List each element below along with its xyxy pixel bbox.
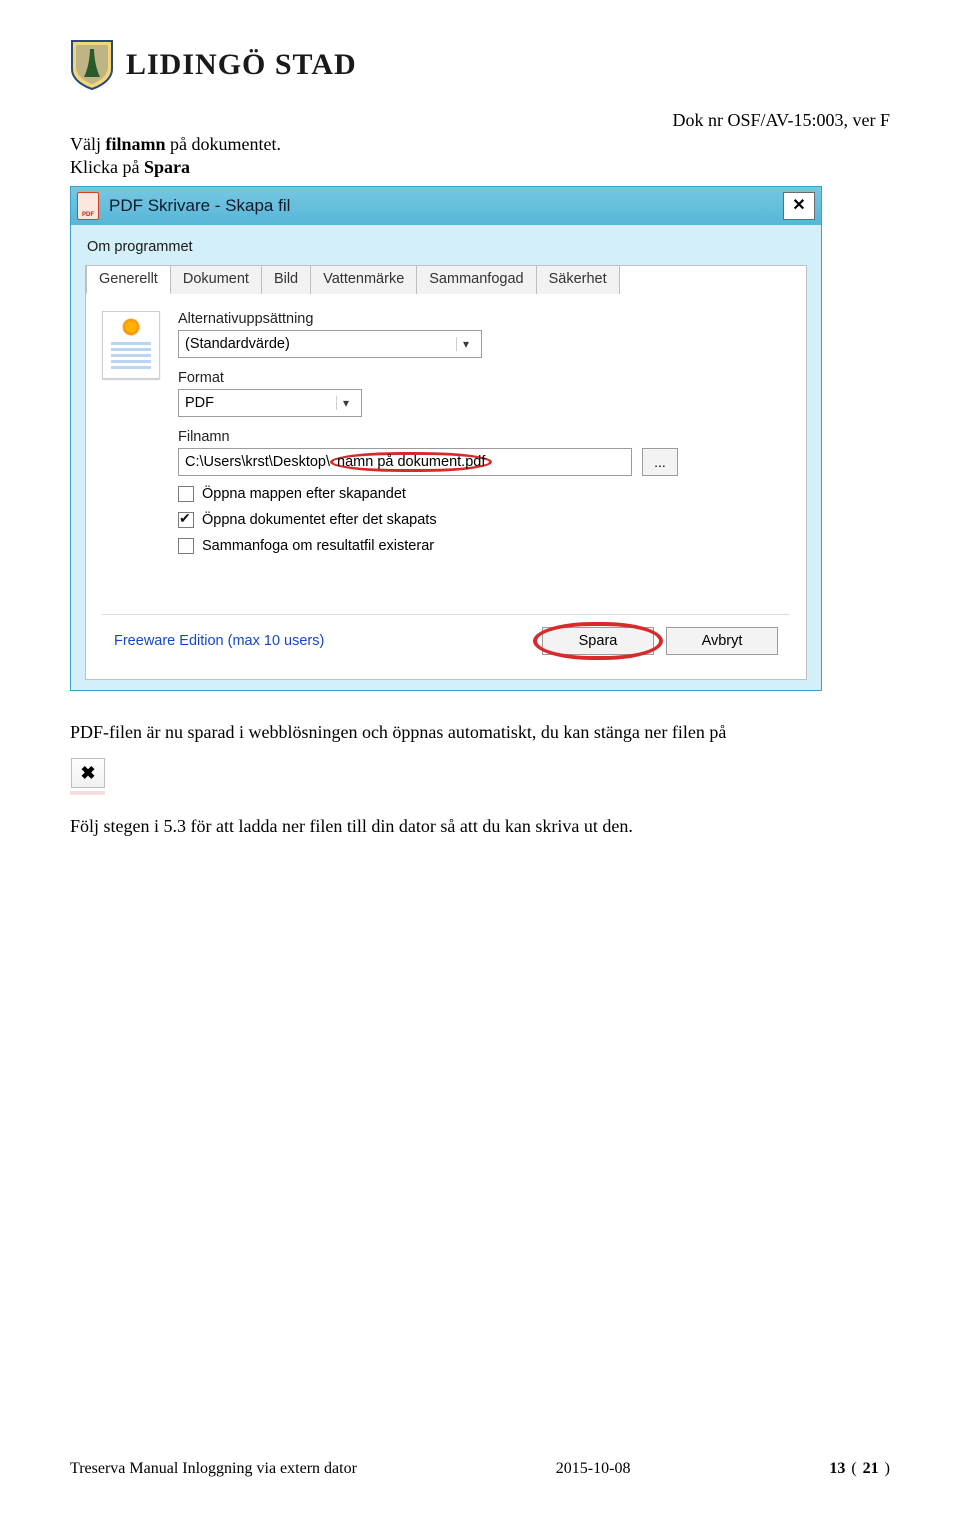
footer-title: Treserva Manual Inloggning via extern da… [70, 1460, 357, 1478]
footer-paren-open: ( [851, 1460, 856, 1478]
tab-dokument[interactable]: Dokument [170, 265, 262, 294]
label-format: Format [178, 370, 790, 386]
checkbox-label: Öppna mappen efter skapandet [202, 486, 406, 502]
cancel-button[interactable]: Avbryt [666, 627, 778, 655]
tab-bild[interactable]: Bild [261, 265, 311, 294]
pdf-icon [77, 192, 99, 220]
footer-page: 13 (21) [829, 1460, 890, 1478]
checkbox-merge[interactable]: Sammanfoga om resultatfil existerar [178, 538, 790, 554]
save-button[interactable]: Spara [542, 627, 654, 655]
checkbox-label: Öppna dokumentet efter det skapats [202, 512, 437, 528]
tab-strip: Generellt Dokument Bild Vattenmärke Samm… [86, 265, 806, 294]
menu-about[interactable]: Om programmet [85, 235, 807, 265]
select-altset[interactable]: (Standardvärde) ▾ [178, 330, 482, 358]
label-altset: Alternativuppsättning [178, 311, 790, 327]
checkbox-icon [178, 486, 194, 502]
select-format-value: PDF [185, 395, 214, 411]
text-bold: Spara [144, 157, 190, 177]
checkbox-icon [178, 538, 194, 554]
footer-page-current: 13 [829, 1460, 845, 1478]
brand-name: LIDINGÖ STAD [126, 48, 357, 82]
filename-path-prefix: C:\Users\krst\Desktop\ [185, 454, 330, 470]
checkbox-open-folder[interactable]: Öppna mappen efter skapandet [178, 486, 790, 502]
dialog-titlebar: PDF Skrivare - Skapa fil ✕ [71, 187, 821, 225]
footer-page-total: 21 [863, 1460, 879, 1478]
tab-generellt[interactable]: Generellt [86, 265, 171, 294]
select-format[interactable]: PDF ▾ [178, 389, 362, 417]
dialog-footer: Freeware Edition (max 10 users) Spara Av… [102, 614, 790, 665]
tab-sammanfogad[interactable]: Sammanfogad [416, 265, 536, 294]
document-reference: Dok nr OSF/AV-15:003, ver F [70, 110, 890, 131]
paragraph-after-2: Följ stegen i 5.3 för att ladda ner file… [70, 815, 890, 838]
page-footer: Treserva Manual Inloggning via extern da… [70, 1460, 890, 1478]
logo-shield-icon [70, 39, 114, 91]
text: på dokumentet. [166, 134, 281, 154]
dialog-close-button[interactable]: ✕ [783, 192, 815, 220]
tab-panel-generellt: Alternativuppsättning (Standardvärde) ▾ … [86, 293, 806, 679]
tab-sakerhet[interactable]: Säkerhet [536, 265, 620, 294]
footer-paren-close: ) [885, 1460, 890, 1478]
close-hint-icon-wrap: ✖ [70, 752, 105, 795]
dialog-body: Om programmet Generellt Dokument Bild Va… [71, 225, 821, 690]
select-altset-value: (Standardvärde) [185, 336, 290, 352]
close-icon: ✖ [71, 758, 105, 788]
checkbox-icon [178, 512, 194, 528]
text-bold: filnamn [106, 134, 166, 154]
checkbox-open-document[interactable]: Öppna dokumentet efter det skapats [178, 512, 790, 528]
instruction-line-1: Välj filnamn på dokumentet. [70, 133, 890, 156]
browse-button[interactable]: ... [642, 448, 678, 476]
dialog-title: PDF Skrivare - Skapa fil [109, 196, 290, 216]
footer-date: 2015-10-08 [556, 1460, 631, 1478]
filename-input[interactable]: C:\Users\krst\Desktop\namn på dokument.p… [178, 448, 632, 476]
text: Välj [70, 134, 106, 154]
label-filename: Filnamn [178, 429, 790, 445]
close-icon-stripe [70, 791, 105, 795]
chevron-down-icon: ▾ [456, 337, 475, 351]
tab-container: Generellt Dokument Bild Vattenmärke Samm… [85, 265, 807, 680]
instruction-line-2: Klicka på Spara [70, 156, 890, 179]
page-header: LIDINGÖ STAD [70, 30, 890, 100]
paragraph-after-1: PDF-filen är nu sparad i webblösningen o… [70, 721, 890, 744]
chevron-down-icon: ▾ [336, 396, 355, 410]
tab-vattenmarke[interactable]: Vattenmärke [310, 265, 417, 294]
pdf-writer-dialog: PDF Skrivare - Skapa fil ✕ Om programmet… [70, 186, 822, 691]
freeware-label: Freeware Edition (max 10 users) [114, 633, 324, 649]
document-thumbnail-icon [102, 311, 160, 379]
checkbox-label: Sammanfoga om resultatfil existerar [202, 538, 434, 554]
text: Klicka på [70, 157, 144, 177]
filename-highlight: namn på dokument.pdf [330, 452, 492, 473]
